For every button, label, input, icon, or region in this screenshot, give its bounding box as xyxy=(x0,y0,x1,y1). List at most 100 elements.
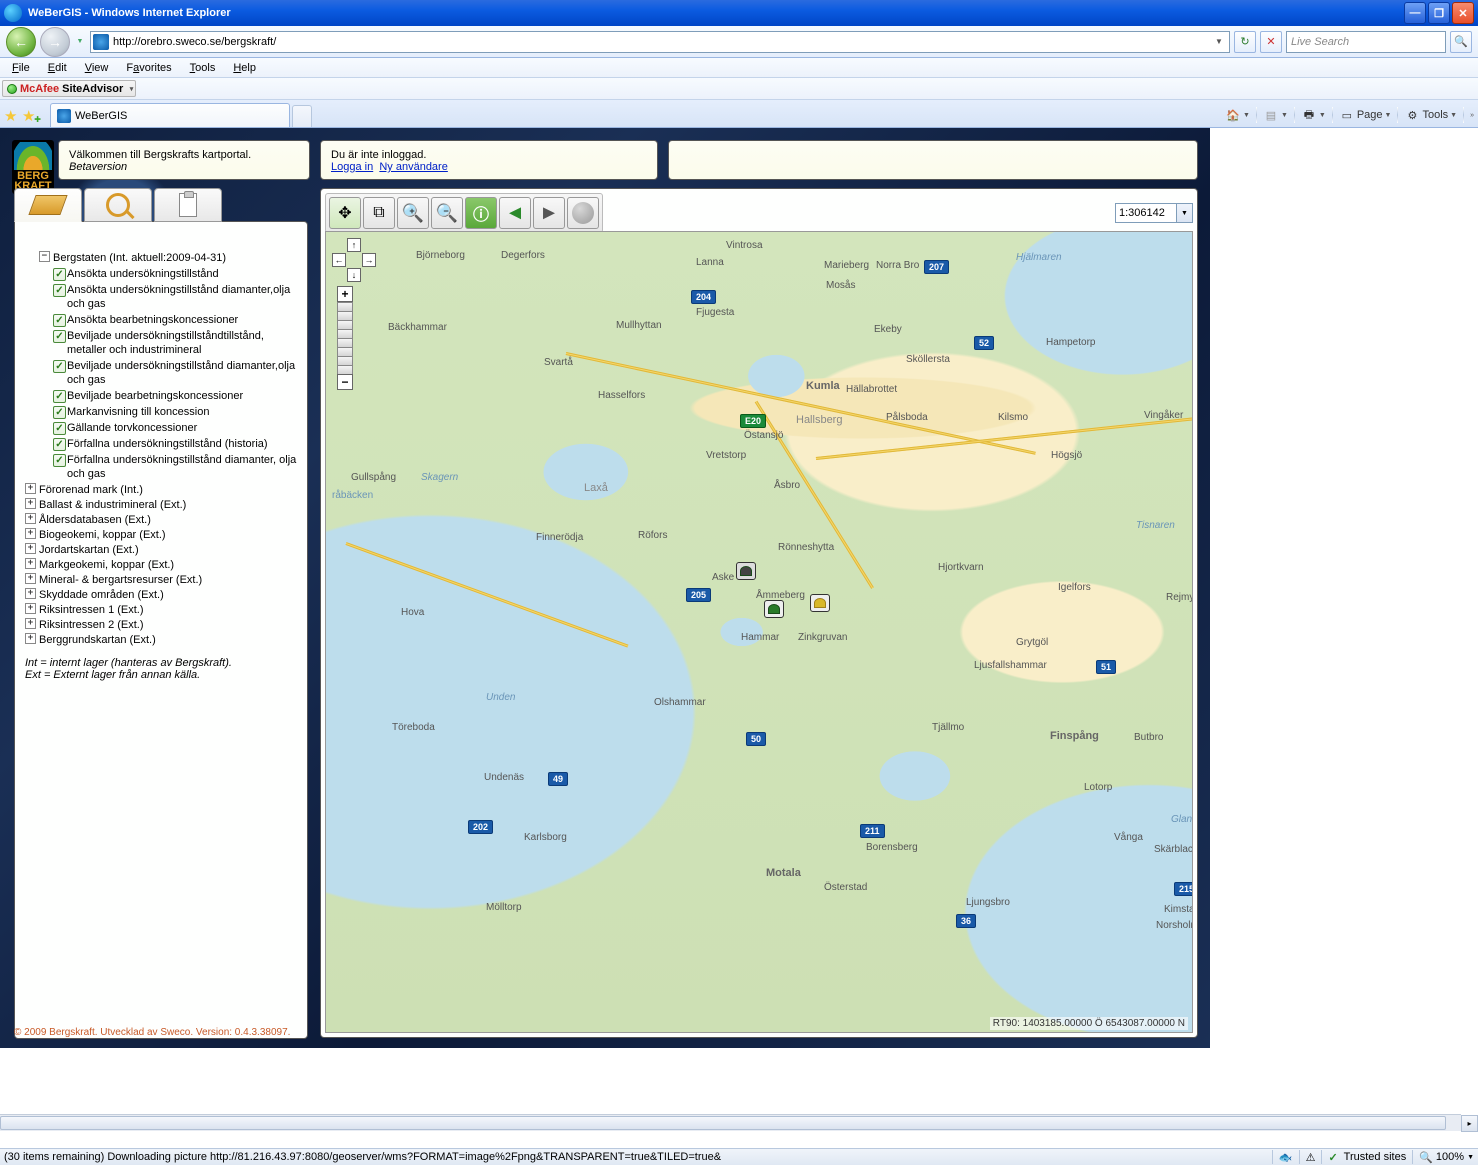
map-marker[interactable] xyxy=(810,594,830,612)
layer-checkbox-item[interactable]: Markanvisning till koncession xyxy=(25,405,297,419)
checkbox-checked-icon[interactable] xyxy=(53,360,66,373)
expand-icon[interactable]: + xyxy=(25,498,36,509)
scroll-right-button[interactable]: ▸ xyxy=(1461,1115,1478,1132)
overflow-button[interactable]: » xyxy=(1470,112,1474,119)
tree-node-collapsed[interactable]: +Jordartskartan (Ext.) xyxy=(25,543,297,557)
checkbox-checked-icon[interactable] xyxy=(53,406,66,419)
checkbox-checked-icon[interactable] xyxy=(53,314,66,327)
menu-view[interactable]: View xyxy=(77,60,117,76)
tree-node-collapsed[interactable]: +Markgeokemi, koppar (Ext.) xyxy=(25,558,297,572)
menu-tools[interactable]: Tools xyxy=(182,60,224,76)
checkbox-checked-icon[interactable] xyxy=(53,284,66,297)
pan-west[interactable]: ← xyxy=(332,253,346,267)
new-tab-button[interactable] xyxy=(292,105,312,127)
checkbox-checked-icon[interactable] xyxy=(53,422,66,435)
layer-checkbox-item[interactable]: Gällande torvkoncessioner xyxy=(25,421,297,435)
layer-checkbox-item[interactable]: Ansökta undersökningstillstånd xyxy=(25,267,297,281)
tree-node-collapsed[interactable]: +Mineral- & bergartsresurser (Ext.) xyxy=(25,573,297,587)
next-extent-tool[interactable]: ► xyxy=(533,197,565,229)
pan-north[interactable]: ↑ xyxy=(347,238,361,252)
layer-checkbox-item[interactable]: Ansökta bearbetningskoncessioner xyxy=(25,313,297,327)
layer-checkbox-item[interactable]: Förfallna undersökningstillstånd (histor… xyxy=(25,437,297,451)
search-button[interactable]: 🔍 xyxy=(1450,31,1472,53)
close-button[interactable]: ✕ xyxy=(1452,2,1474,24)
zoom-out-tool[interactable]: 🔍− xyxy=(431,197,463,229)
forward-button[interactable]: → xyxy=(40,27,70,57)
menu-file[interactable]: FFileile xyxy=(4,60,38,76)
refresh-button[interactable]: ↻ xyxy=(1234,31,1256,53)
full-extent-tool[interactable] xyxy=(567,197,599,229)
expand-icon[interactable]: + xyxy=(25,558,36,569)
pan-tool[interactable]: ✥ xyxy=(329,197,361,229)
scale-dropdown[interactable]: ▼ xyxy=(1177,203,1193,223)
search-box[interactable]: Live Search xyxy=(1286,31,1446,53)
expand-icon[interactable]: + xyxy=(25,573,36,584)
checkbox-checked-icon[interactable] xyxy=(53,454,66,467)
map-marker[interactable] xyxy=(736,562,756,580)
checkbox-checked-icon[interactable] xyxy=(53,330,66,343)
tab-search[interactable] xyxy=(84,188,152,222)
layer-checkbox-item[interactable]: Beviljade undersökningstillståndtillstån… xyxy=(25,329,297,357)
nav-history-dropdown[interactable]: ▼ xyxy=(74,28,86,56)
menu-favorites[interactable]: Favorites xyxy=(118,60,179,76)
pan-east[interactable]: → xyxy=(362,253,376,267)
expand-icon[interactable]: + xyxy=(25,483,36,494)
back-button[interactable]: ← xyxy=(6,27,36,57)
tab-layers[interactable] xyxy=(14,188,82,222)
layer-checkbox-item[interactable]: Beviljade bearbetningskoncessioner xyxy=(25,389,297,403)
expand-icon[interactable]: + xyxy=(25,603,36,614)
mcafee-siteadvisor[interactable]: McAfee SiteAdvisor xyxy=(2,80,136,97)
prev-extent-tool[interactable]: ◄ xyxy=(499,197,531,229)
address-bar[interactable]: ▼ xyxy=(90,31,1230,53)
page-menu-button[interactable]: ▭Page▼ xyxy=(1339,108,1392,122)
zoom-in-button[interactable]: + xyxy=(337,286,353,302)
checkbox-checked-icon[interactable] xyxy=(53,268,66,281)
home-button[interactable]: 🏠▼ xyxy=(1225,108,1250,122)
maximize-button[interactable]: ❐ xyxy=(1428,2,1450,24)
menu-help[interactable]: Help xyxy=(225,60,264,76)
tree-node-collapsed[interactable]: +Förorenad mark (Int.) xyxy=(25,483,297,497)
zoom-out-button[interactable]: − xyxy=(337,374,353,390)
info-tool[interactable]: ⓘ xyxy=(465,197,497,229)
tree-node-collapsed[interactable]: +Riksintressen 1 (Ext.) xyxy=(25,603,297,617)
tree-root[interactable]: − Bergstaten (Int. aktuell:2009-04-31) xyxy=(25,251,297,265)
tools-menu-button[interactable]: ⚙Tools▼ xyxy=(1404,108,1457,122)
favorites-icon[interactable]: ★ xyxy=(4,107,20,123)
tree-node-collapsed[interactable]: +Riksintressen 2 (Ext.) xyxy=(25,618,297,632)
feeds-button[interactable]: ▤▼ xyxy=(1263,108,1288,122)
zoom-slider[interactable]: + − xyxy=(337,286,353,390)
expand-icon[interactable]: + xyxy=(25,543,36,554)
stop-button[interactable]: ✕ xyxy=(1260,31,1282,53)
expand-icon[interactable]: + xyxy=(25,513,36,524)
scale-input[interactable] xyxy=(1115,203,1177,223)
add-favorite-icon[interactable]: ★ xyxy=(22,107,40,123)
phishing-icon[interactable]: 🐟 xyxy=(1279,1151,1293,1164)
zoom-in-tool[interactable]: 🔍+ xyxy=(397,197,429,229)
zoom-box-tool[interactable]: ⧉ xyxy=(363,197,395,229)
login-link[interactable]: Logga in xyxy=(331,161,373,173)
tree-node-collapsed[interactable]: +Ballast & industrimineral (Ext.) xyxy=(25,498,297,512)
address-dropdown[interactable]: ▼ xyxy=(1211,37,1227,46)
page-tab[interactable]: WeBerGIS xyxy=(50,103,290,127)
expand-icon[interactable]: + xyxy=(25,633,36,644)
expand-icon[interactable]: + xyxy=(25,528,36,539)
menu-edit[interactable]: Edit xyxy=(40,60,75,76)
checkbox-checked-icon[interactable] xyxy=(53,390,66,403)
print-button[interactable]: 🖶▼ xyxy=(1301,108,1326,122)
horizontal-scrollbar[interactable]: ▸ xyxy=(0,1114,1461,1131)
scrollbar-thumb[interactable] xyxy=(0,1116,1446,1130)
scale-selector[interactable]: ▼ xyxy=(1115,203,1193,223)
new-user-link[interactable]: Ny användare xyxy=(379,161,448,173)
popup-icon[interactable]: ⚠ xyxy=(1306,1151,1316,1164)
checkbox-checked-icon[interactable] xyxy=(53,438,66,451)
map-marker[interactable] xyxy=(764,600,784,618)
expand-icon[interactable]: + xyxy=(25,588,36,599)
layer-checkbox-item[interactable]: Ansökta undersökningstillstånd diamanter… xyxy=(25,283,297,311)
tree-node-collapsed[interactable]: +Biogeokemi, koppar (Ext.) xyxy=(25,528,297,542)
layer-checkbox-item[interactable]: Beviljade undersökningstillstånd diamant… xyxy=(25,359,297,387)
minimize-button[interactable]: — xyxy=(1404,2,1426,24)
tree-node-collapsed[interactable]: +Berggrundskartan (Ext.) xyxy=(25,633,297,647)
map-view[interactable]: ↑ ← → ↓ + − Vintrosa Lanna Marieberg Nor… xyxy=(325,231,1193,1033)
layer-checkbox-item[interactable]: Förfallna undersökningstillstånd diamant… xyxy=(25,453,297,481)
collapse-icon[interactable]: − xyxy=(39,251,50,262)
